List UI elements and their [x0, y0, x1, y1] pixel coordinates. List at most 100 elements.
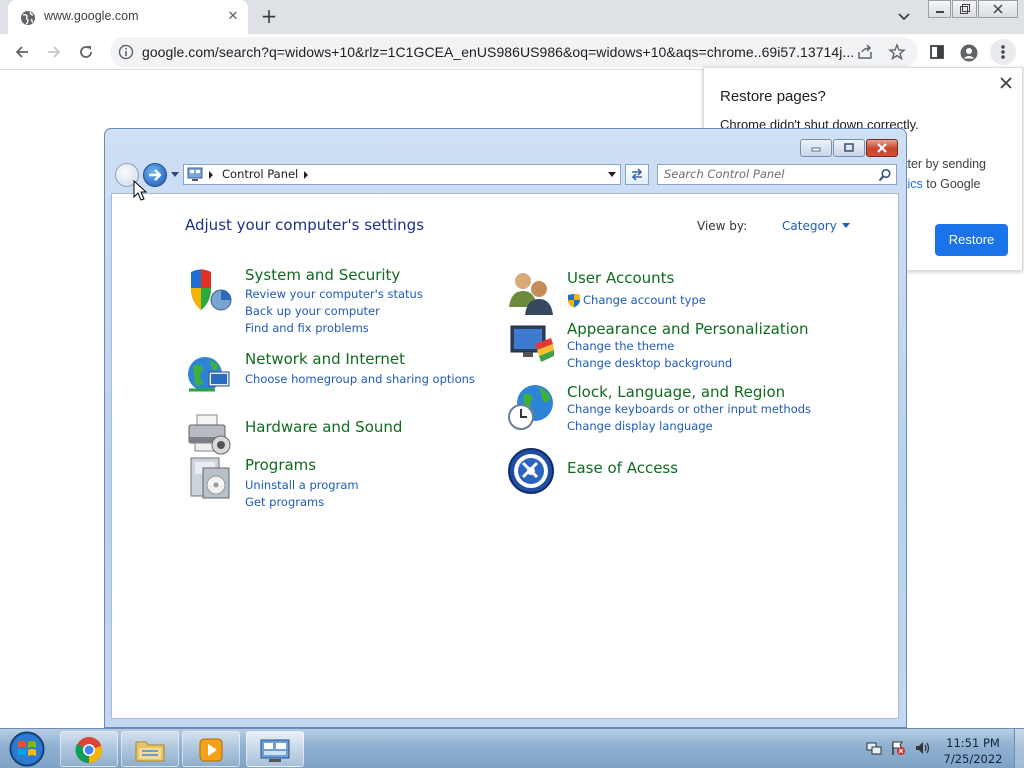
- recent-pages-dropdown[interactable]: [171, 172, 179, 177]
- chevron-down-icon[interactable]: [841, 223, 850, 228]
- ease-of-access-icon[interactable]: [507, 447, 555, 495]
- clock-time: 11:51 PM: [946, 736, 1000, 750]
- taskbar-clock[interactable]: 11:51 PM 7/25/2022: [938, 735, 1008, 767]
- chevron-right-icon[interactable]: [304, 171, 308, 179]
- browser-tab[interactable]: www.google.com ✕: [8, 0, 248, 34]
- control-panel-window: Control Panel Search Control Panel Adjus…: [104, 128, 907, 728]
- taskbar-media-player[interactable]: [182, 731, 240, 767]
- restore-text-fragment: tter by sending: [904, 157, 986, 171]
- category-title[interactable]: Hardware and Sound: [245, 418, 402, 436]
- link-change-background[interactable]: Change desktop background: [567, 356, 732, 370]
- link-change-keyboards[interactable]: Change keyboards or other input methods: [567, 402, 811, 416]
- url-text[interactable]: google.com/search?q=widows+10&rlz=1C1GCE…: [142, 44, 854, 60]
- page-title: Adjust your computer's settings: [185, 216, 425, 234]
- menu-button[interactable]: [990, 39, 1016, 65]
- info-icon[interactable]: [118, 44, 134, 60]
- link-change-account-type[interactable]: Change account type: [583, 293, 706, 307]
- search-icon[interactable]: [878, 168, 892, 182]
- profile-button[interactable]: [957, 40, 981, 64]
- chevron-down-icon[interactable]: [608, 172, 616, 177]
- reload-icon: [80, 46, 92, 58]
- cp-address-bar[interactable]: Control Panel: [183, 164, 621, 185]
- close-icon[interactable]: [998, 75, 1014, 91]
- programs-icon[interactable]: [185, 454, 233, 502]
- search-input[interactable]: Search Control Panel: [657, 164, 897, 185]
- restore-text-rest: to Google: [922, 177, 981, 191]
- category-clock-language-region: Clock, Language, and Region Change keybo…: [507, 383, 867, 435]
- link-change-display-language[interactable]: Change display language: [567, 419, 713, 433]
- view-by-value[interactable]: Category: [782, 219, 837, 233]
- clock-date: 7/25/2022: [943, 752, 1003, 766]
- network-globe-icon[interactable]: [185, 350, 233, 398]
- printer-icon[interactable]: [185, 409, 233, 457]
- category-title[interactable]: Programs: [245, 456, 316, 474]
- show-desktop-button[interactable]: [1014, 729, 1024, 768]
- uac-shield-icon: [568, 294, 580, 308]
- taskbar: 11:51 PM 7/25/2022: [0, 728, 1024, 768]
- appearance-icon[interactable]: [507, 320, 555, 368]
- forward-button[interactable]: [42, 40, 66, 64]
- category-title[interactable]: Clock, Language, and Region: [567, 383, 785, 401]
- clock-globe-icon[interactable]: [507, 383, 555, 431]
- cp-maximize-button[interactable]: [833, 139, 865, 157]
- taskbar-chrome[interactable]: [60, 731, 118, 767]
- link-change-theme[interactable]: Change the theme: [567, 339, 674, 353]
- users-icon[interactable]: [507, 269, 555, 317]
- shield-icon[interactable]: [185, 266, 233, 314]
- folder-icon: [135, 741, 165, 762]
- link-uninstall[interactable]: Uninstall a program: [245, 478, 359, 492]
- category-appearance: Appearance and Personalization Change th…: [507, 320, 867, 372]
- refresh-button[interactable]: [625, 164, 649, 185]
- mouse-cursor-icon: [133, 180, 147, 201]
- arrow-right-icon: [48, 46, 61, 58]
- category-title[interactable]: Network and Internet: [245, 350, 405, 368]
- category-title[interactable]: Ease of Access: [567, 459, 678, 477]
- restore-title: Restore pages?: [720, 88, 826, 105]
- start-button[interactable]: [4, 730, 50, 768]
- close-button[interactable]: [978, 0, 1018, 18]
- browser-tabstrip: www.google.com ✕ +: [0, 0, 1024, 34]
- side-panel-button[interactable]: [925, 40, 949, 64]
- breadcrumb-control-panel[interactable]: Control Panel: [222, 167, 298, 181]
- taskbar-control-panel[interactable]: [246, 731, 304, 767]
- tab-close-icon[interactable]: ✕: [224, 8, 242, 26]
- side-panel-icon: [930, 45, 944, 59]
- link-homegroup[interactable]: Choose homegroup and sharing options: [245, 372, 475, 386]
- link-back-up[interactable]: Back up your computer: [245, 304, 380, 318]
- restore-button[interactable]: Restore: [935, 224, 1008, 256]
- chevron-right-icon[interactable]: [209, 171, 213, 179]
- reload-button[interactable]: [74, 40, 98, 64]
- taskbar-explorer[interactable]: [121, 731, 179, 767]
- share-icon[interactable]: [856, 43, 874, 61]
- category-programs: Programs Uninstall a program Get program…: [185, 454, 485, 524]
- link-find-fix[interactable]: Find and fix problems: [245, 321, 369, 335]
- link-get-programs[interactable]: Get programs: [245, 495, 324, 509]
- view-by-dropdown[interactable]: Category: [782, 219, 850, 233]
- kebab-menu-icon: [1001, 45, 1005, 59]
- cp-close-button[interactable]: [866, 139, 898, 157]
- refresh-icon: [631, 168, 643, 181]
- minimize-button[interactable]: [928, 0, 951, 18]
- category-user-accounts: User Accounts Change account type: [507, 269, 867, 319]
- volume-icon[interactable]: [914, 740, 930, 756]
- cp-minimize-button[interactable]: [800, 139, 832, 157]
- back-button[interactable]: [10, 40, 34, 64]
- chrome-icon: [75, 737, 102, 764]
- arrow-right-icon: [149, 169, 162, 181]
- restore-button[interactable]: [952, 0, 977, 18]
- category-title[interactable]: System and Security: [245, 266, 400, 284]
- control-panel-content: Adjust your computer's settings View by:…: [111, 193, 899, 719]
- network-icon[interactable]: [866, 740, 882, 756]
- category-title[interactable]: User Accounts: [567, 269, 674, 287]
- star-icon[interactable]: [888, 43, 906, 61]
- category-hardware-sound: Hardware and Sound: [185, 409, 485, 457]
- address-bar[interactable]: google.com/search?q=widows+10&rlz=1C1GCE…: [110, 37, 918, 67]
- globe-icon: [21, 11, 35, 25]
- restore-text-fragment-2: tics to Google: [904, 177, 980, 191]
- category-title[interactable]: Appearance and Personalization: [567, 320, 809, 338]
- link-review-status[interactable]: Review your computer's status: [245, 287, 423, 301]
- action-center-flag-icon[interactable]: [890, 740, 906, 756]
- chevron-down-icon[interactable]: [894, 8, 914, 26]
- new-tab-button[interactable]: +: [258, 6, 280, 28]
- control-panel-icon: [187, 167, 203, 181]
